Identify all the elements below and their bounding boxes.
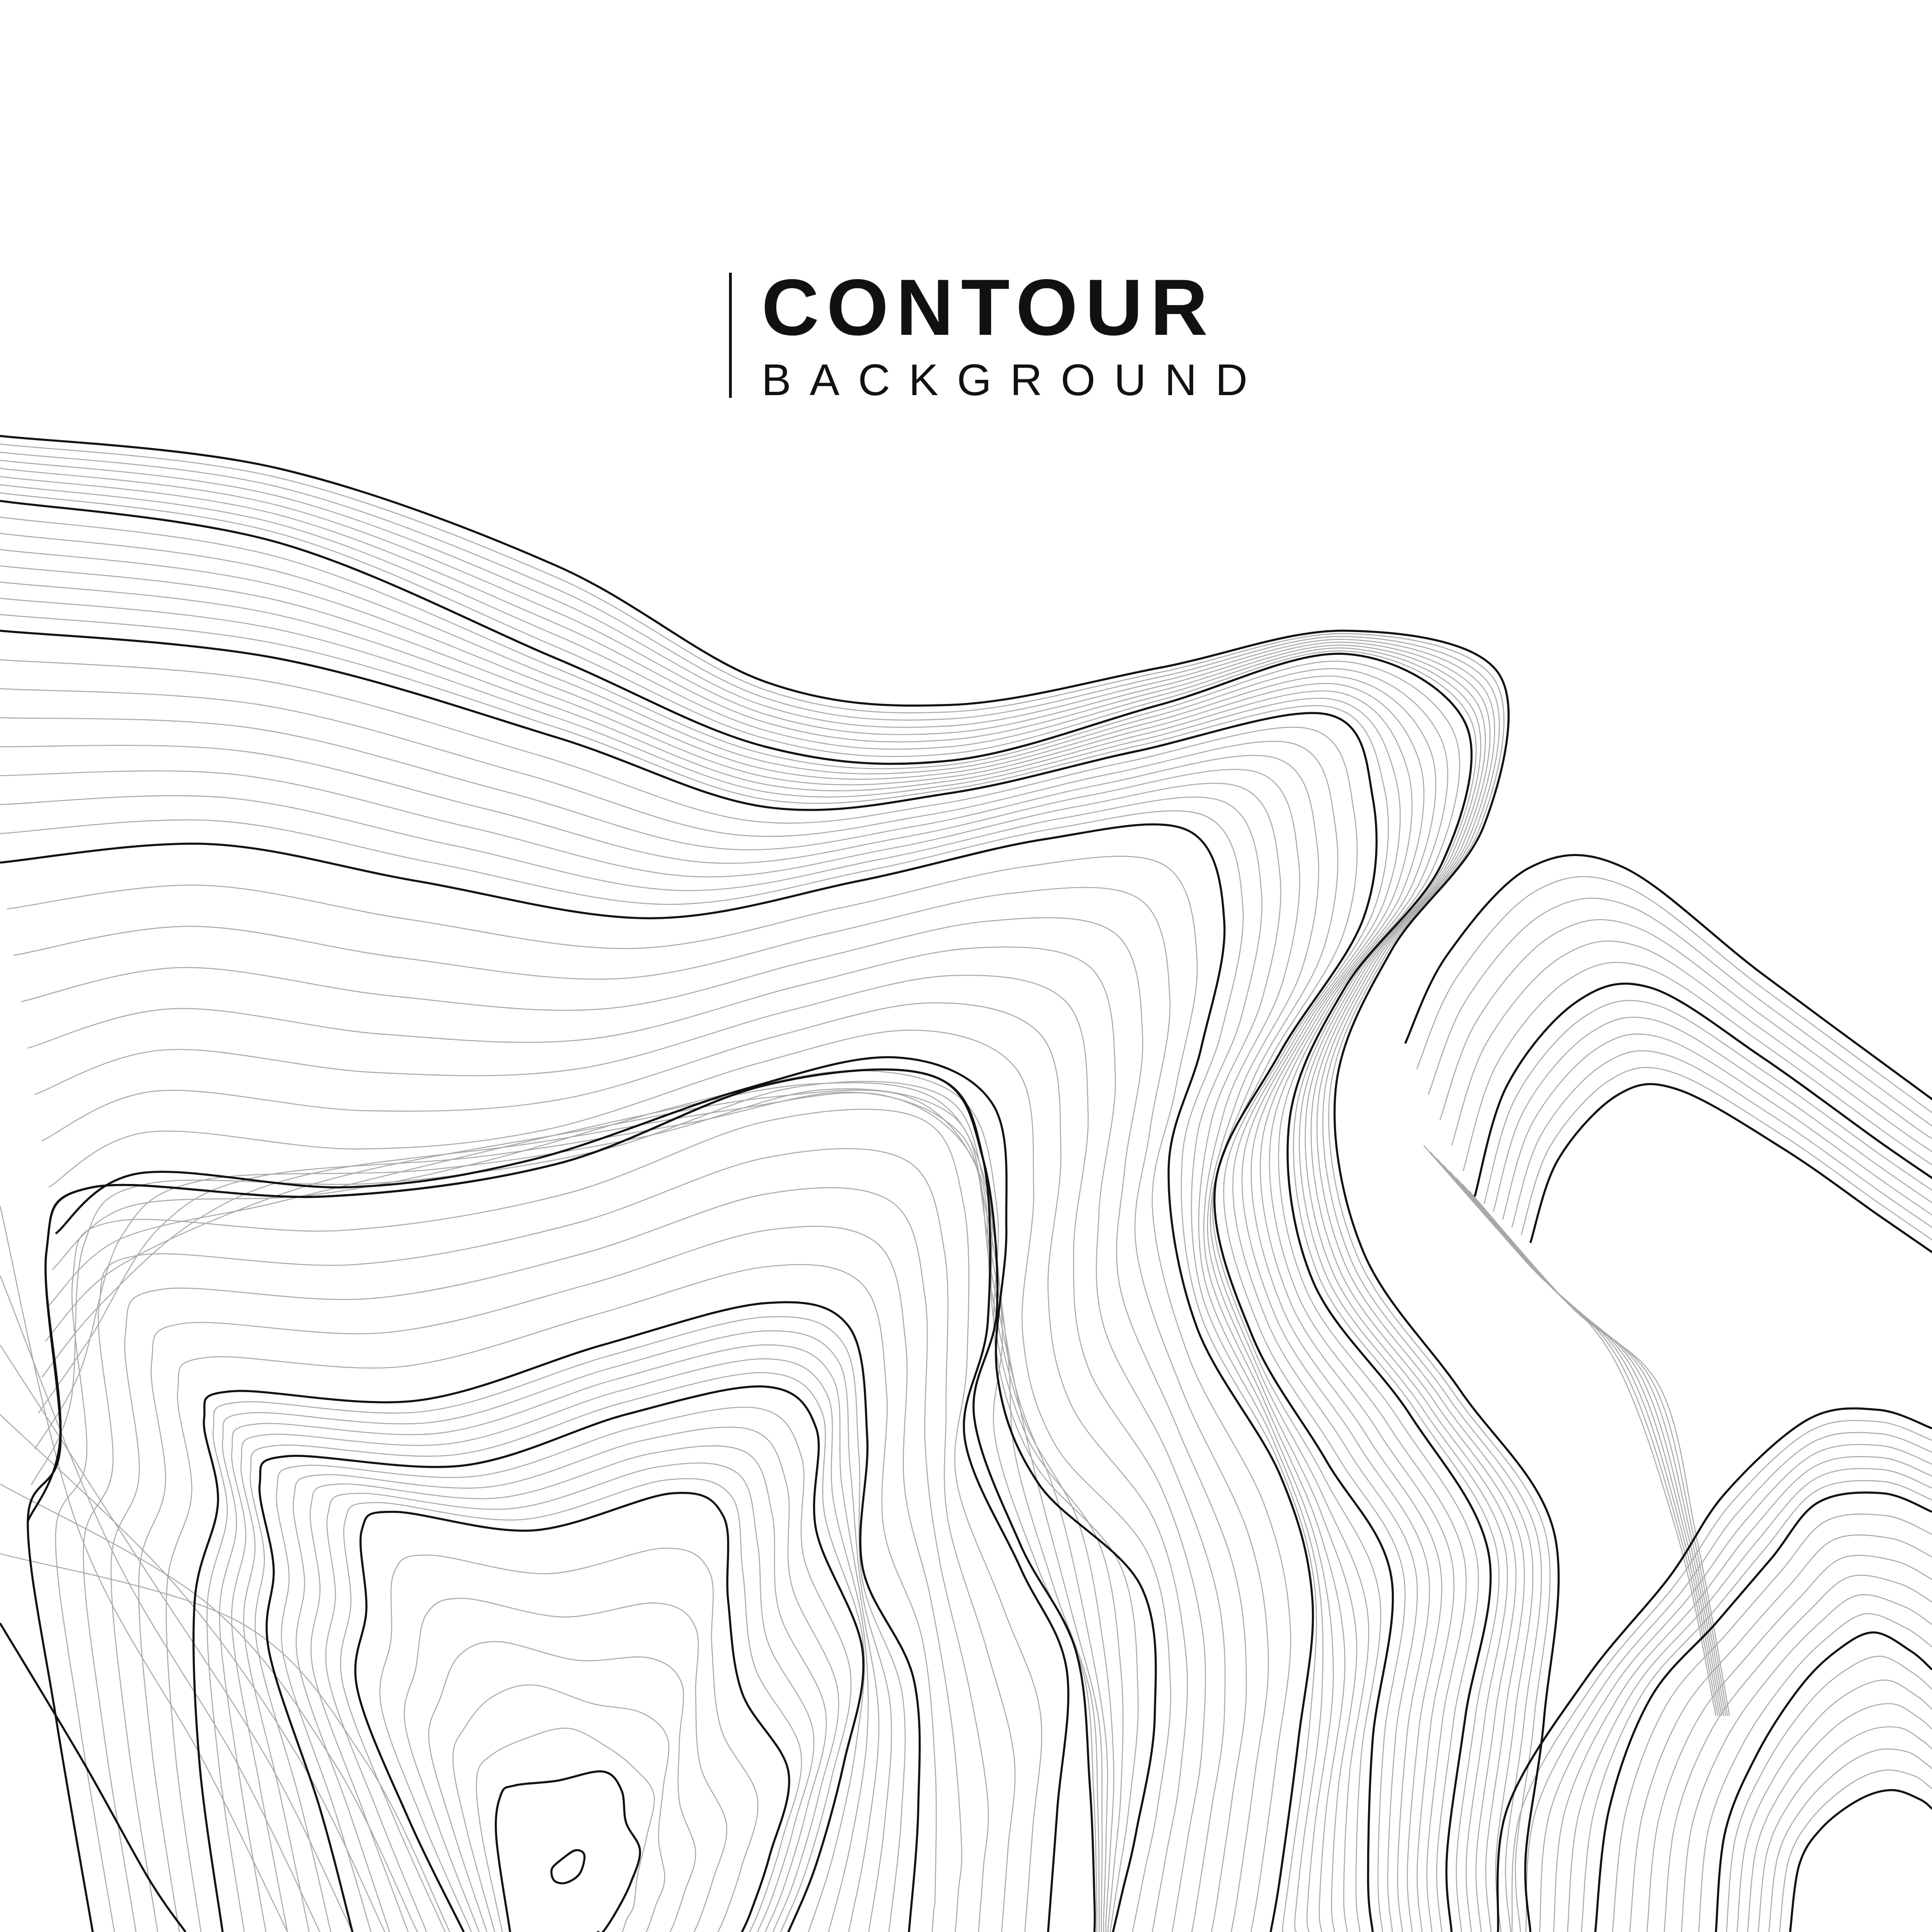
basin-minor-line bbox=[476, 1727, 655, 1932]
right-basin-minor-line bbox=[1567, 1468, 1932, 1932]
ridge-minor-line bbox=[1416, 876, 1932, 1113]
basin-minor-line bbox=[309, 1445, 827, 1932]
right-basin-minor-line bbox=[1726, 1656, 1932, 1932]
contour-background-artwork: CONTOUR BACKGROUND bbox=[0, 0, 1932, 1932]
ridge-index-line bbox=[1473, 982, 1932, 1197]
main-index-line bbox=[0, 823, 1314, 1932]
fan-minor-line bbox=[0, 1275, 320, 1932]
main-minor-line bbox=[27, 946, 1226, 1932]
ridge-minor-line bbox=[1462, 962, 1932, 1171]
main-minor-line bbox=[0, 443, 1551, 1932]
ridge-index-line bbox=[1404, 854, 1932, 1100]
basin-peak-loop bbox=[550, 1849, 586, 1885]
basin-index-line bbox=[26, 1068, 1069, 1932]
basin-minor-line bbox=[428, 1641, 697, 1932]
right-basin-minor-line bbox=[1736, 1679, 1932, 1932]
strand-minor-line bbox=[1449, 1171, 1724, 1716]
basin-index-line bbox=[494, 1770, 641, 1932]
basin-minor-line bbox=[340, 1478, 802, 1932]
strand-minor-line bbox=[1456, 1177, 1727, 1716]
basin-minor-line bbox=[275, 1407, 852, 1932]
title-subtitle: BACKGROUND bbox=[761, 355, 1267, 405]
strand-minor-line bbox=[1462, 1184, 1728, 1716]
right-basin-index-line bbox=[1789, 1789, 1932, 1932]
title-block: CONTOUR BACKGROUND bbox=[729, 263, 1266, 403]
basin-minor-line bbox=[83, 1148, 1016, 1932]
basin-minor-line bbox=[206, 1316, 906, 1932]
main-minor-line bbox=[31, 1081, 1098, 1932]
right-basin-minor-line bbox=[1758, 1726, 1932, 1932]
right-basin-index-line bbox=[1497, 1407, 1932, 1932]
right-basin-index-line bbox=[1714, 1631, 1932, 1932]
strand-minor-line bbox=[1430, 1152, 1719, 1716]
ridge-minor-line bbox=[1439, 919, 1932, 1139]
basin-minor-line bbox=[240, 1358, 869, 1932]
main-index-line bbox=[26, 1068, 1096, 1932]
basin-minor-line bbox=[379, 1548, 759, 1932]
basin-minor-line bbox=[452, 1684, 670, 1932]
fan-minor-line bbox=[0, 1205, 288, 1932]
basin-minor-line bbox=[231, 1344, 880, 1932]
fan-minor-line bbox=[0, 1484, 418, 1932]
right-basin-minor-line bbox=[1539, 1444, 1932, 1932]
basin-minor-line bbox=[219, 1330, 892, 1932]
ridge-minor-line bbox=[1520, 1067, 1932, 1241]
main-minor-line bbox=[41, 1092, 1108, 1932]
right-basin-minor-line bbox=[1646, 1555, 1932, 1932]
main-minor-line bbox=[0, 688, 1369, 1932]
main-minor-line bbox=[0, 745, 1346, 1932]
main-minor-line bbox=[0, 597, 1418, 1932]
main-minor-line bbox=[0, 810, 1317, 1932]
right-basin-minor-line bbox=[1612, 1513, 1932, 1932]
ridge-minor-line bbox=[1502, 1033, 1932, 1220]
right-basin-minor-line bbox=[1698, 1613, 1932, 1932]
main-minor-line bbox=[0, 659, 1382, 1932]
title-main: CONTOUR bbox=[761, 263, 1215, 352]
right-basin-minor-line bbox=[1747, 1703, 1932, 1932]
ridge-minor-line bbox=[1511, 1050, 1932, 1228]
ridge-minor-line bbox=[1492, 1017, 1932, 1212]
strand-minor-line bbox=[1443, 1164, 1722, 1716]
main-minor-line bbox=[48, 1082, 1124, 1932]
main-index-line bbox=[0, 435, 1560, 1932]
right-basin-minor-line bbox=[1580, 1480, 1932, 1932]
main-index-line bbox=[55, 1056, 1157, 1932]
right-basin-minor-line bbox=[1629, 1534, 1932, 1932]
main-minor-line bbox=[0, 717, 1357, 1932]
main-minor-line bbox=[0, 467, 1525, 1932]
right-basin-minor-line bbox=[1663, 1574, 1932, 1932]
fan-minor-line bbox=[0, 1553, 450, 1932]
fan-index-line bbox=[0, 1622, 186, 1932]
fan-minor-line bbox=[0, 1344, 353, 1932]
